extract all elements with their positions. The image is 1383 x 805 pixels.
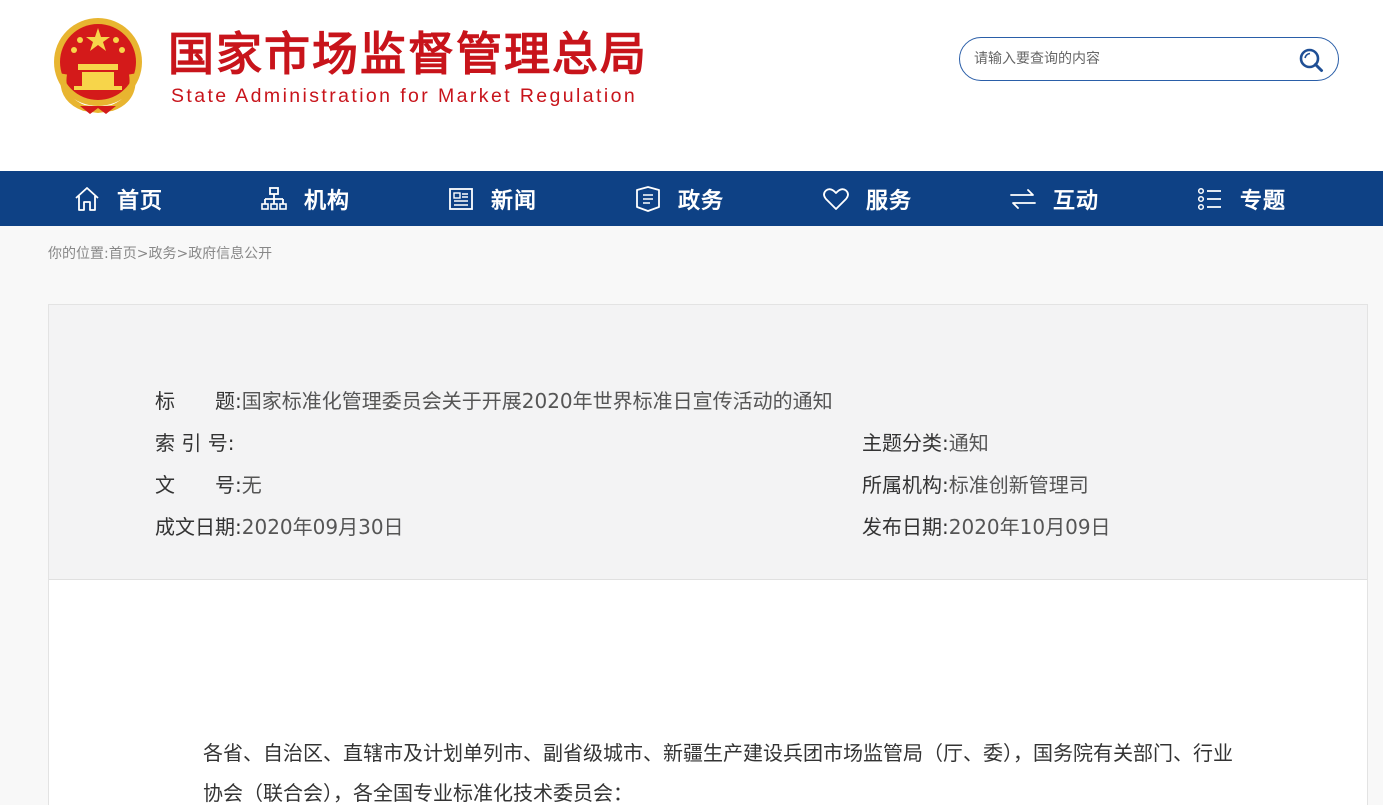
exchange-arrows-icon [1010, 188, 1036, 209]
national-emblem-icon[interactable] [50, 14, 146, 114]
meta-docno-value: 无 [241, 473, 262, 497]
breadcrumb-prefix: 你的位置: [48, 246, 109, 262]
meta-created-value: 2020年09月30日 [241, 515, 404, 539]
meta-created-row: 成文日期:2020年09月30日 [155, 513, 404, 541]
nav-item-topics[interactable]: 专题 [1196, 171, 1286, 226]
meta-org-value: 标准创新管理司 [948, 473, 1089, 497]
site-title-en[interactable]: State Administration for Market Regulati… [171, 85, 637, 108]
nav-item-news[interactable]: 新闻 [447, 171, 537, 226]
nav-item-affairs[interactable]: 政务 [634, 171, 724, 226]
metadata-panel: 标 题:国家标准化管理委员会关于开展2020年世界标准日宣传活动的通知 索 引 … [49, 305, 1367, 580]
nav-label-news: 新闻 [491, 188, 538, 214]
main-navbar: 首页 机构 新闻 政务 服务 互动 专题 [0, 171, 1383, 226]
meta-index-key: 索 引 号: [155, 431, 235, 455]
breadcrumb-gov-info[interactable]: 政府信息公开 [188, 246, 272, 262]
meta-docno-key: 文 号: [155, 473, 242, 497]
article-card: 标 题:国家标准化管理委员会关于开展2020年世界标准日宣传活动的通知 索 引 … [48, 304, 1368, 805]
nav-item-home[interactable]: 首页 [73, 171, 163, 226]
article-paragraph: 各省、自治区、直辖市及计划单列市、副省级城市、新疆生产建设兵团市场监管局（厅、委… [203, 741, 1233, 805]
breadcrumb-affairs[interactable]: 政务 [148, 246, 176, 262]
meta-category-key: 主题分类: [862, 431, 949, 455]
breadcrumb-home[interactable]: 首页 [109, 246, 137, 262]
nav-label-home: 首页 [117, 188, 164, 214]
meta-org-key: 所属机构: [862, 473, 949, 497]
heart-icon [823, 187, 849, 210]
meta-org-row: 所属机构:标准创新管理司 [862, 471, 1089, 499]
site-title-cn[interactable]: 国家市场监督管理总局 [168, 26, 648, 82]
government-icon [636, 185, 660, 212]
meta-published-value: 2020年10月09日 [948, 515, 1111, 539]
org-chart-icon [261, 186, 287, 210]
search-box [959, 37, 1339, 81]
search-input[interactable] [974, 48, 1284, 70]
meta-category-value: 通知 [948, 431, 989, 455]
meta-index-row: 索 引 号: [155, 429, 234, 457]
meta-title-value: 国家标准化管理委员会关于开展2020年世界标准日宣传活动的通知 [241, 389, 833, 413]
search-icon[interactable] [1298, 47, 1324, 73]
meta-category-row: 主题分类:通知 [862, 429, 989, 457]
meta-published-key: 发布日期: [862, 515, 949, 539]
meta-title-row: 标 题:国家标准化管理委员会关于开展2020年世界标准日宣传活动的通知 [155, 387, 833, 415]
breadcrumb-separator: > [136, 246, 149, 262]
nav-label-affairs: 政务 [678, 188, 725, 214]
nav-label-org: 机构 [304, 188, 351, 214]
topics-list-icon [1197, 187, 1221, 210]
meta-docno-row: 文 号:无 [155, 471, 262, 499]
breadcrumb-separator: > [176, 246, 189, 262]
nav-item-service[interactable]: 服务 [822, 171, 912, 226]
nav-label-interact: 互动 [1053, 188, 1100, 214]
meta-published-row: 发布日期:2020年10月09日 [862, 513, 1111, 541]
meta-title-key: 标 题: [155, 389, 242, 413]
nav-item-interact[interactable]: 互动 [1009, 171, 1099, 226]
meta-created-key: 成文日期: [155, 515, 242, 539]
nav-label-service: 服务 [866, 188, 913, 214]
newspaper-icon [449, 187, 473, 210]
breadcrumb: 你的位置:首页>政务>政府信息公开 [48, 243, 272, 263]
site-header: 国家市场监督管理总局 State Administration for Mark… [0, 0, 1383, 171]
nav-label-topics: 专题 [1240, 188, 1287, 214]
nav-item-org[interactable]: 机构 [260, 171, 350, 226]
home-icon [75, 186, 99, 211]
